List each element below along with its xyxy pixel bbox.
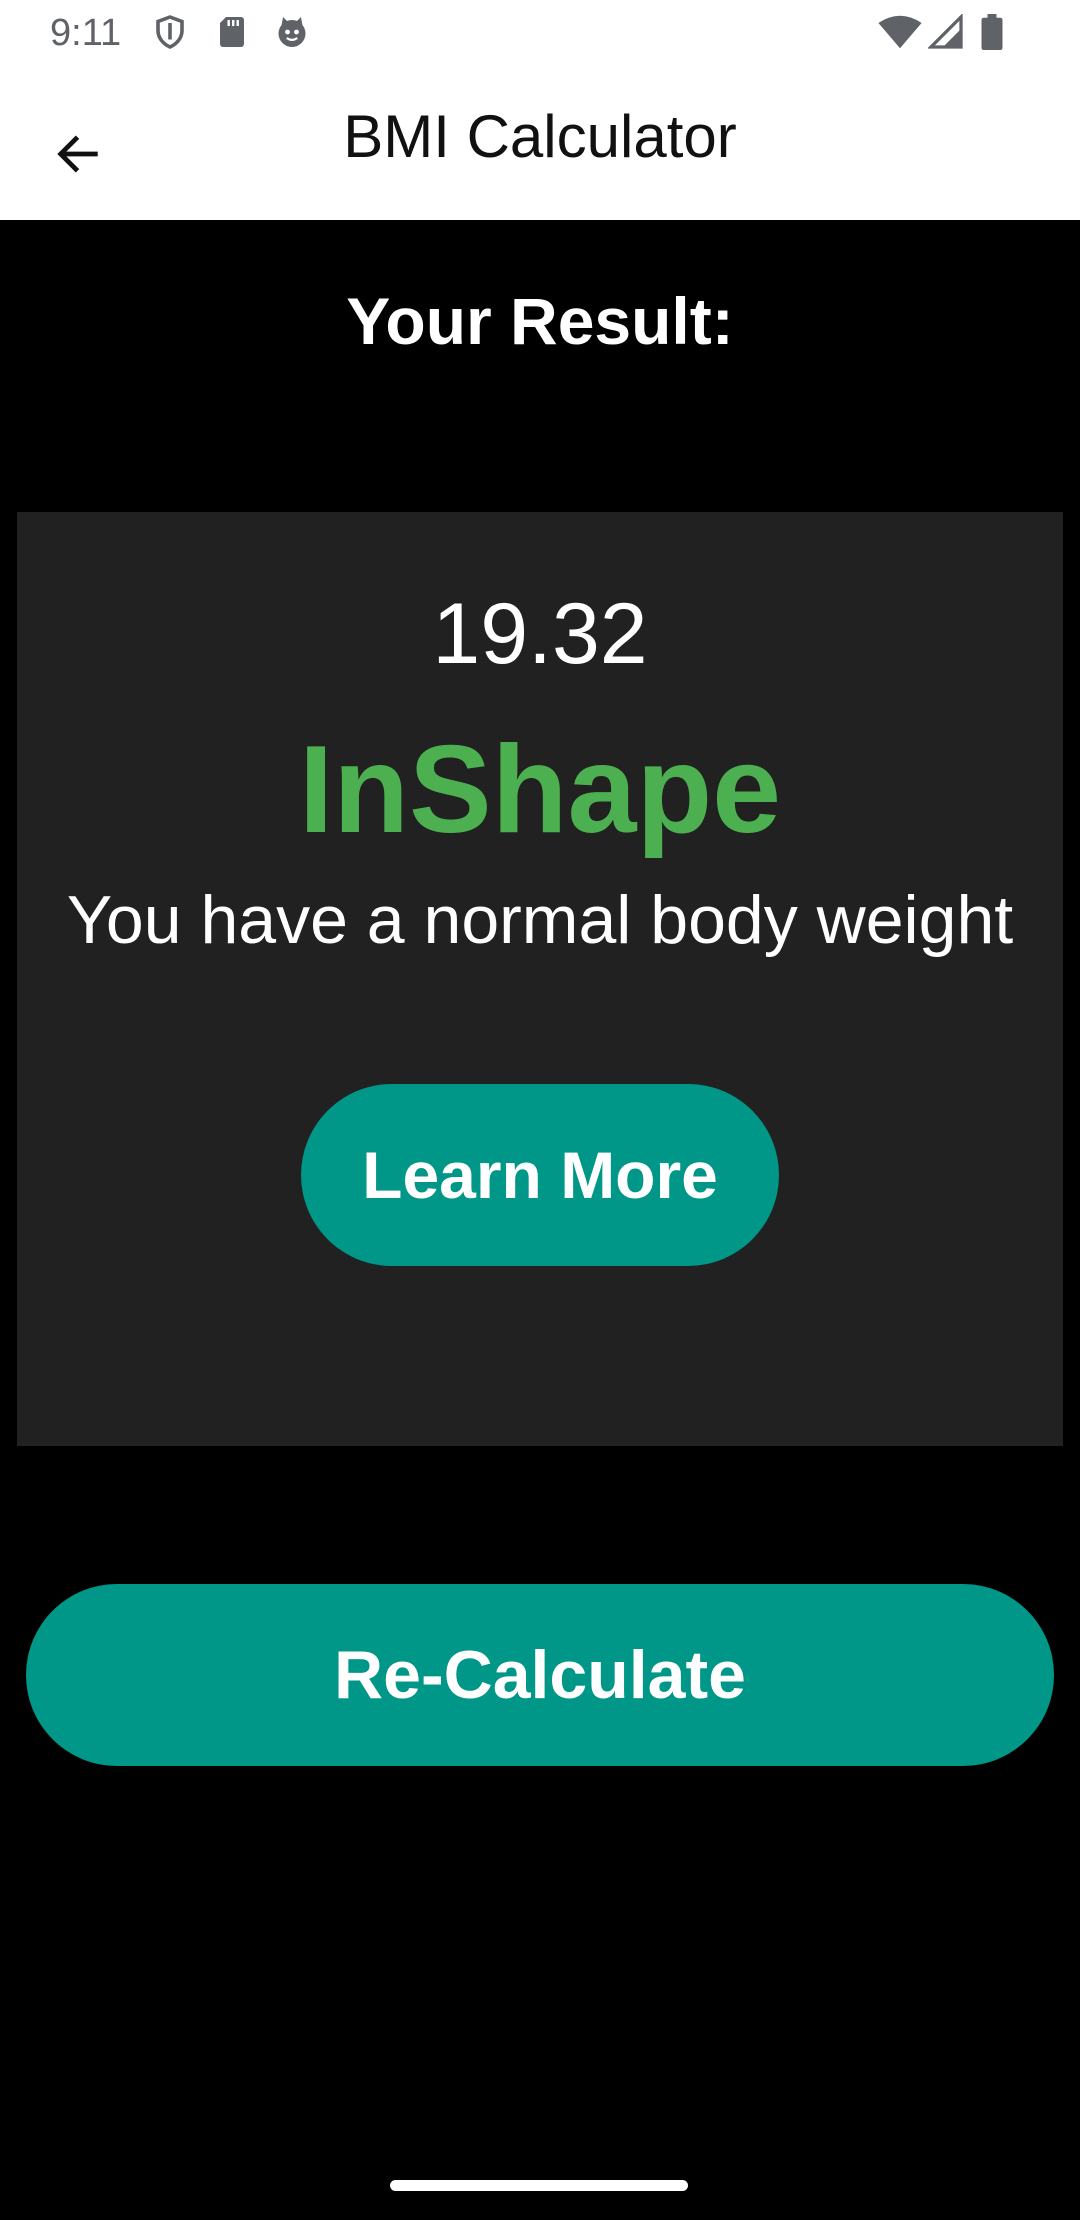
shield-icon — [152, 14, 188, 50]
status-time: 9:11 — [50, 12, 122, 54]
bmi-value: 19.32 — [432, 586, 648, 682]
learn-more-button[interactable]: Learn More — [301, 1084, 779, 1266]
sd-card-icon — [214, 14, 250, 50]
cat-face-icon — [274, 14, 310, 50]
status-bar: 9:11 — [0, 0, 1080, 66]
wifi-icon — [878, 14, 922, 50]
app-bar: BMI Calculator — [0, 66, 1080, 220]
recalculate-button[interactable]: Re-Calculate — [26, 1584, 1054, 1766]
signal-icon — [927, 13, 964, 50]
bmi-result-screen: 9:11 BMI Calculator Your Result: 19.32 I… — [0, 0, 1080, 2220]
result-card: 19.32 InShape You have a normal body wei… — [17, 512, 1063, 1446]
home-indicator[interactable] — [390, 2180, 688, 2191]
bmi-category: InShape — [298, 721, 782, 859]
bmi-message: You have a normal body weight — [66, 882, 1014, 958]
page-title: BMI Calculator — [343, 103, 737, 170]
result-heading: Your Result: — [346, 284, 734, 358]
battery-icon — [978, 14, 1006, 50]
